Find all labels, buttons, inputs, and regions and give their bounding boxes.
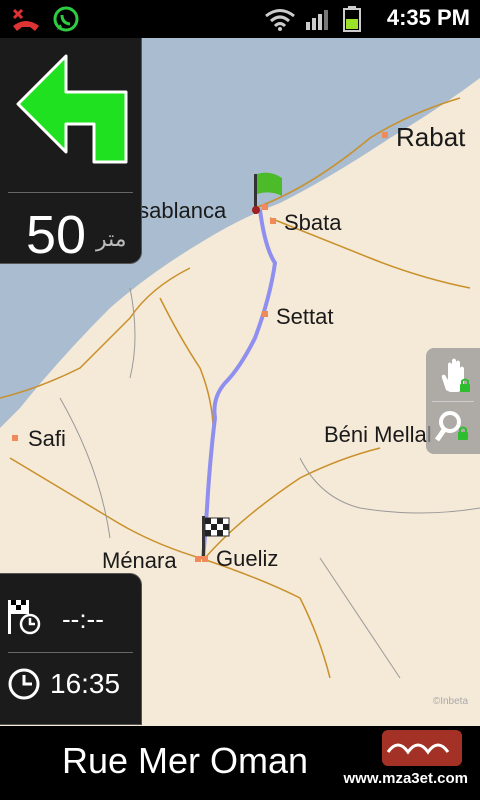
city-label: Gueliz [216, 546, 279, 571]
city-label: Ménara [102, 548, 177, 573]
distance-to-turn: 50 [26, 205, 87, 265]
missed-call-icon [12, 8, 39, 31]
whatsapp-icon [53, 6, 79, 32]
clock-icon [8, 668, 40, 700]
turn-left-arrow-icon [16, 54, 128, 164]
city-label: Settat [276, 304, 334, 329]
panel-divider [8, 652, 133, 653]
controls-divider [432, 401, 474, 402]
city-label: Béni Mellal [324, 422, 432, 447]
wifi-icon [265, 9, 295, 31]
status-bar: 4:35 PM [0, 0, 480, 38]
map-copyright: ©Inbeta [432, 696, 468, 707]
watermark-url: www.mza3et.com [343, 770, 468, 787]
city-label: Safi [28, 426, 66, 451]
status-time: 4:35 PM [386, 5, 470, 30]
current-time: 16:35 [50, 668, 121, 699]
route-line [201, 209, 278, 559]
signal-icon [306, 10, 328, 30]
distance-unit: متر [96, 226, 127, 251]
map-controls [426, 348, 480, 454]
trip-info-panel[interactable]: --:-- 16:35 [0, 573, 142, 725]
current-street-bar: Rue Mer Oman www.mza3et.com [0, 726, 480, 800]
finish-eta-icon [8, 600, 41, 635]
eta-remaining: --:-- [62, 604, 104, 634]
street-name: Rue Mer Oman [62, 740, 309, 781]
magnifier-lock-icon[interactable] [434, 408, 474, 448]
panel-divider [8, 192, 133, 193]
city-label: Sbata [284, 210, 342, 235]
watermark-logo-icon [382, 730, 462, 766]
battery-icon [343, 6, 361, 32]
hand-lock-icon[interactable] [434, 356, 474, 396]
city-label: Rabat [396, 122, 466, 152]
next-maneuver-panel[interactable]: 50 متر [0, 38, 142, 265]
